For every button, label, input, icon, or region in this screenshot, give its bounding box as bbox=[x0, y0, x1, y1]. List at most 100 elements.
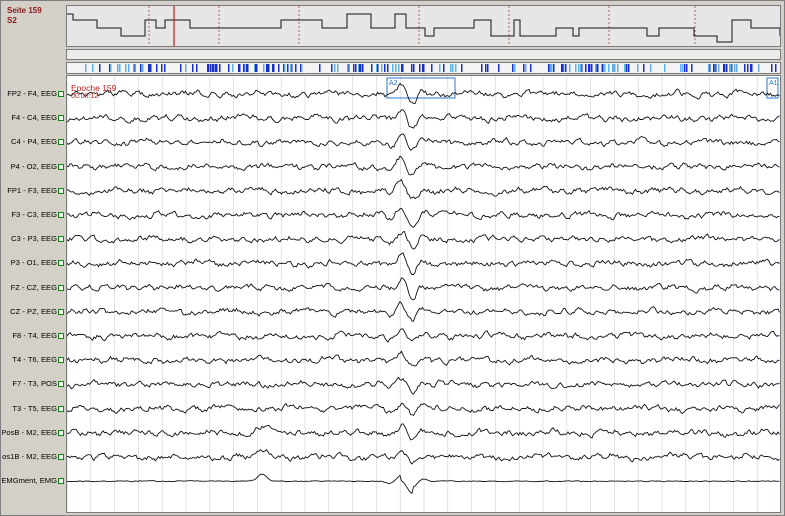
event-marker bbox=[643, 64, 645, 72]
eeg-channel-trace bbox=[67, 178, 780, 200]
eeg-channel-trace bbox=[67, 109, 780, 129]
channel-label-row[interactable]: P4 - O2, EEG bbox=[2, 161, 64, 173]
event-marker bbox=[723, 64, 725, 72]
channel-label-row[interactable]: CZ - PZ, EEG bbox=[2, 306, 64, 318]
eeg-trace-panel[interactable]: A2 A1 Epoche 159 00:00:12 bbox=[66, 75, 781, 513]
channel-label-row[interactable]: F3 - C3, EEG bbox=[2, 209, 64, 221]
event-marker-strip[interactable] bbox=[66, 62, 781, 74]
eeg-channel-trace bbox=[67, 133, 780, 151]
channel-label-row[interactable]: F7 - T3, POS bbox=[2, 378, 64, 390]
event-marker bbox=[628, 64, 630, 72]
channel-label: F8 - T4, EEG bbox=[12, 331, 57, 340]
channel-toggle-icon[interactable] bbox=[58, 187, 64, 194]
event-marker bbox=[362, 64, 364, 72]
event-marker bbox=[273, 64, 275, 72]
event-marker bbox=[419, 64, 421, 72]
event-marker bbox=[213, 64, 215, 72]
channel-label-row[interactable]: F8 - T4, EEG bbox=[2, 330, 64, 342]
event-marker bbox=[626, 64, 628, 72]
event-marker bbox=[117, 64, 119, 72]
event-marker bbox=[164, 64, 166, 72]
channel-toggle-icon[interactable] bbox=[58, 212, 64, 218]
channel-label: FP1 - F3, EEG bbox=[7, 185, 57, 195]
channel-label: C4 - P4, EEG bbox=[10, 137, 57, 147]
event-marker bbox=[747, 64, 749, 72]
event-marker bbox=[585, 64, 587, 72]
event-marker bbox=[443, 64, 445, 72]
channel-toggle-icon[interactable] bbox=[58, 429, 64, 436]
event-marker bbox=[485, 64, 487, 72]
channel-label-row[interactable]: FP1 - F3, EEG bbox=[2, 185, 64, 197]
overview-scrollbar[interactable] bbox=[66, 49, 781, 60]
event-marker bbox=[238, 64, 240, 72]
event-marker bbox=[523, 64, 525, 72]
channel-label: CZ - PZ, EEG bbox=[10, 306, 57, 316]
event-marker bbox=[758, 64, 760, 72]
event-marker bbox=[604, 64, 606, 72]
event-marker bbox=[140, 64, 142, 72]
event-marker bbox=[565, 64, 567, 72]
channel-label: Pos1B - M2, EEG bbox=[2, 452, 57, 461]
sleep-stage-label: S2 bbox=[7, 16, 17, 25]
event-marker bbox=[219, 64, 221, 72]
event-marker bbox=[734, 64, 736, 72]
eeg-channel-trace bbox=[67, 376, 780, 395]
channel-toggle-icon[interactable] bbox=[58, 308, 64, 315]
event-marker bbox=[602, 64, 604, 72]
channel-toggle-icon[interactable] bbox=[58, 139, 64, 146]
channel-label-row[interactable]: FP2 - F4, EEG bbox=[2, 88, 64, 100]
event-marker bbox=[423, 64, 425, 72]
event-marker bbox=[287, 64, 289, 72]
event-marker bbox=[580, 64, 582, 72]
channel-label-row[interactable]: C4 - P4, EEG bbox=[2, 136, 64, 148]
eeg-channel-trace bbox=[67, 350, 780, 367]
channel-toggle-icon[interactable] bbox=[58, 454, 64, 460]
page-label: Seite 159 bbox=[7, 6, 42, 15]
channel-toggle-icon[interactable] bbox=[58, 91, 64, 97]
event-marker bbox=[355, 64, 357, 72]
channel-label-row[interactable]: F4 - C4, EEG bbox=[2, 112, 64, 124]
event-marker bbox=[730, 64, 732, 72]
event-marker bbox=[395, 64, 397, 72]
eeg-channel-trace bbox=[67, 423, 780, 441]
eeg-channel-trace bbox=[67, 82, 780, 104]
channel-toggle-icon[interactable] bbox=[58, 163, 64, 170]
event-marker bbox=[713, 64, 715, 72]
channel-label-row[interactable]: T4 - T6, EEG bbox=[2, 354, 64, 366]
event-marker bbox=[708, 64, 710, 72]
event-marker bbox=[481, 64, 483, 72]
eeg-channel-trace bbox=[67, 473, 780, 495]
event-marker bbox=[301, 64, 303, 72]
eeg-channel-trace bbox=[67, 230, 780, 250]
channel-label: PosB - M2, EEG bbox=[2, 427, 57, 437]
channel-label-row[interactable]: P3 - O1, EEG bbox=[2, 257, 64, 269]
event-marker bbox=[718, 64, 720, 72]
event-marker bbox=[548, 64, 550, 72]
channel-toggle-icon[interactable] bbox=[58, 357, 64, 364]
channel-toggle-icon[interactable] bbox=[58, 260, 64, 267]
event-marker bbox=[359, 64, 361, 72]
channel-toggle-icon[interactable] bbox=[58, 333, 64, 339]
channel-toggle-icon[interactable] bbox=[58, 381, 64, 388]
channel-label-row[interactable]: PosB - M2, EEG bbox=[2, 427, 64, 439]
channel-label-row[interactable]: C3 - P3, EEG bbox=[2, 233, 64, 245]
channel-label: P3 - O1, EEG bbox=[10, 258, 57, 268]
event-marker bbox=[439, 64, 441, 72]
channel-label-row[interactable]: T3 - T5, EEG bbox=[2, 403, 64, 415]
channel-label: FP2 - F4, EEG bbox=[7, 89, 57, 98]
hypnogram-panel[interactable] bbox=[66, 5, 781, 47]
eeg-trace-plot: A2 A1 bbox=[67, 76, 780, 512]
channel-label-row[interactable]: EMGment, EMG bbox=[2, 475, 64, 487]
channel-toggle-icon[interactable] bbox=[58, 478, 64, 485]
event-marker bbox=[243, 64, 245, 72]
channel-toggle-icon[interactable] bbox=[58, 405, 64, 412]
channel-toggle-icon[interactable] bbox=[58, 236, 64, 243]
channel-label-row[interactable]: FZ - CZ, EEG bbox=[2, 282, 64, 294]
channel-label-row[interactable]: Pos1B - M2, EEG bbox=[2, 451, 64, 463]
event-marker bbox=[650, 64, 652, 72]
event-marker bbox=[371, 64, 373, 72]
channel-toggle-icon[interactable] bbox=[58, 115, 64, 122]
event-marker bbox=[431, 64, 433, 72]
event-marker bbox=[331, 64, 333, 72]
channel-toggle-icon[interactable] bbox=[58, 284, 64, 291]
